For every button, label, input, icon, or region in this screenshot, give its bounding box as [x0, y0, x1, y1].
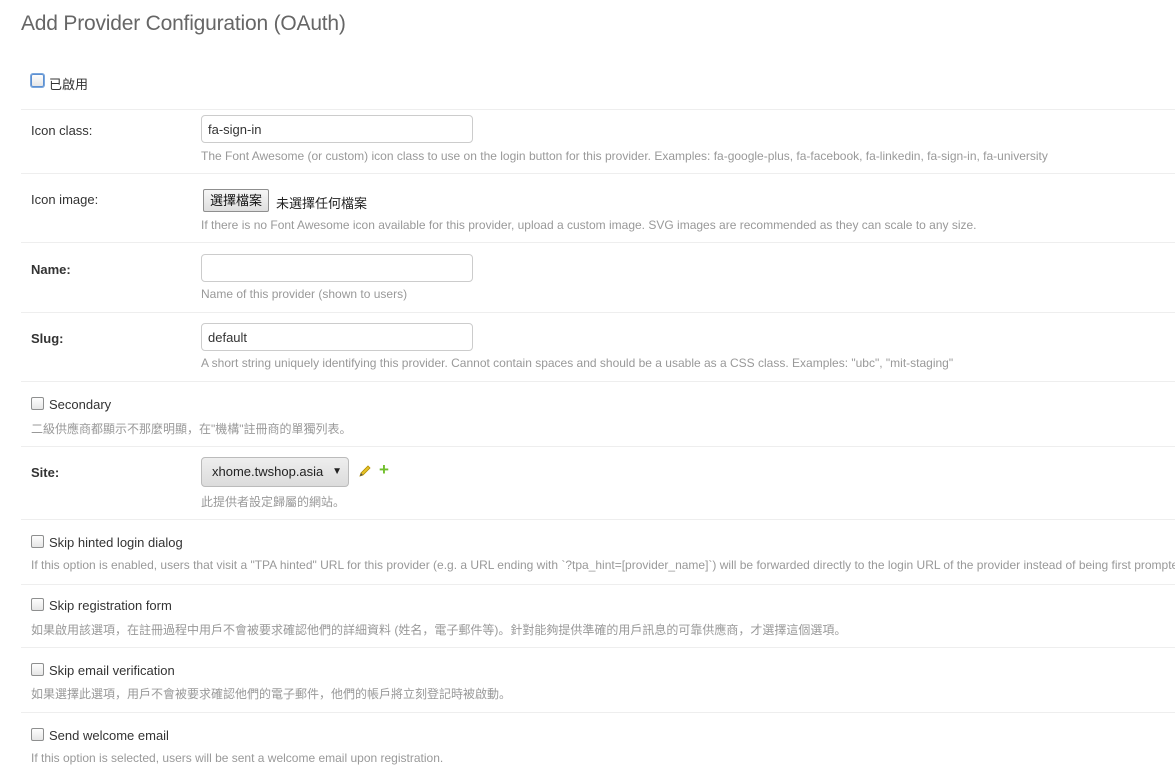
skip-email-label[interactable]: Skip email verification	[49, 663, 175, 678]
skip-hinted-checkbox[interactable]	[31, 535, 44, 548]
skip-registration-label[interactable]: Skip registration form	[49, 598, 172, 613]
icon-image-label: Icon image:	[31, 192, 99, 207]
send-welcome-row: Send welcome email If this option is sel…	[21, 713, 1175, 773]
site-row: Site: xhome.twshop.asia ▼ + 此提供者設定歸屬的網站。	[21, 447, 1175, 520]
file-status-text: 未選擇任何檔案	[276, 196, 368, 211]
skip-hinted-row: Skip hinted login dialog If this option …	[21, 520, 1175, 585]
icon-class-help: The Font Awesome (or custom) icon class …	[201, 149, 1048, 163]
secondary-help: 二級供應商都顯示不那麼明顯，在"機構"註冊商的單獨列表。	[31, 422, 352, 436]
slug-label: Slug:	[31, 331, 64, 346]
skip-hinted-help: If this option is enabled, users that vi…	[31, 558, 1175, 572]
secondary-row: Secondary 二級供應商都顯示不那麼明顯，在"機構"註冊商的單獨列表。	[21, 382, 1175, 447]
icon-class-label: Icon class:	[31, 123, 93, 138]
send-welcome-label[interactable]: Send welcome email	[49, 728, 169, 743]
site-label: Site:	[31, 465, 60, 480]
pencil-icon[interactable]	[358, 464, 372, 478]
chevron-down-icon: ▼	[332, 466, 342, 477]
skip-registration-row: Skip registration form 如果啟用該選項，在註冊過程中用戶不…	[21, 585, 1175, 648]
skip-hinted-label[interactable]: Skip hinted login dialog	[49, 535, 183, 550]
send-welcome-help: If this option is selected, users will b…	[31, 751, 444, 765]
name-row: Name: Name of this provider (shown to us…	[21, 243, 1175, 313]
icon-class-input[interactable]	[201, 115, 473, 143]
site-select[interactable]: xhome.twshop.asia ▼	[201, 457, 349, 487]
enabled-row: 已啟用	[21, 60, 1175, 110]
icon-image-help: If there is no Font Awesome icon availab…	[201, 218, 977, 232]
site-help: 此提供者設定歸屬的網站。	[201, 495, 346, 509]
page-title: Add Provider Configuration (OAuth)	[21, 12, 346, 35]
skip-registration-checkbox[interactable]	[31, 598, 44, 611]
add-icon[interactable]: +	[379, 461, 389, 478]
slug-help: A short string uniquely identifying this…	[201, 356, 954, 370]
secondary-checkbox[interactable]	[31, 397, 44, 410]
send-welcome-checkbox[interactable]	[31, 728, 44, 741]
skip-registration-help: 如果啟用該選項，在註冊過程中用戶不會被要求確認他們的詳細資料 (姓名，電子郵件等…	[31, 623, 847, 637]
name-label: Name:	[31, 262, 71, 277]
skip-email-checkbox[interactable]	[31, 663, 44, 676]
slug-input[interactable]	[201, 323, 473, 351]
icon-class-row: Icon class: The Font Awesome (or custom)…	[21, 110, 1175, 174]
site-select-value: xhome.twshop.asia	[212, 464, 324, 479]
skip-email-row: Skip email verification 如果選擇此選項，用戶不會被要求確…	[21, 648, 1175, 713]
name-help: Name of this provider (shown to users)	[201, 287, 408, 301]
skip-email-help: 如果選擇此選項，用戶不會被要求確認他們的電子郵件，他們的帳戶將立刻登記時被啟動。	[31, 687, 512, 701]
icon-image-row: Icon image: 選擇檔案 未選擇任何檔案 If there is no …	[21, 174, 1175, 243]
name-input[interactable]	[201, 254, 473, 282]
enabled-label[interactable]: 已啟用	[49, 74, 88, 93]
secondary-label[interactable]: Secondary	[49, 397, 111, 412]
enabled-checkbox[interactable]	[31, 74, 44, 87]
choose-file-button[interactable]: 選擇檔案	[203, 189, 270, 212]
slug-row: Slug: A short string uniquely identifyin…	[21, 313, 1175, 382]
